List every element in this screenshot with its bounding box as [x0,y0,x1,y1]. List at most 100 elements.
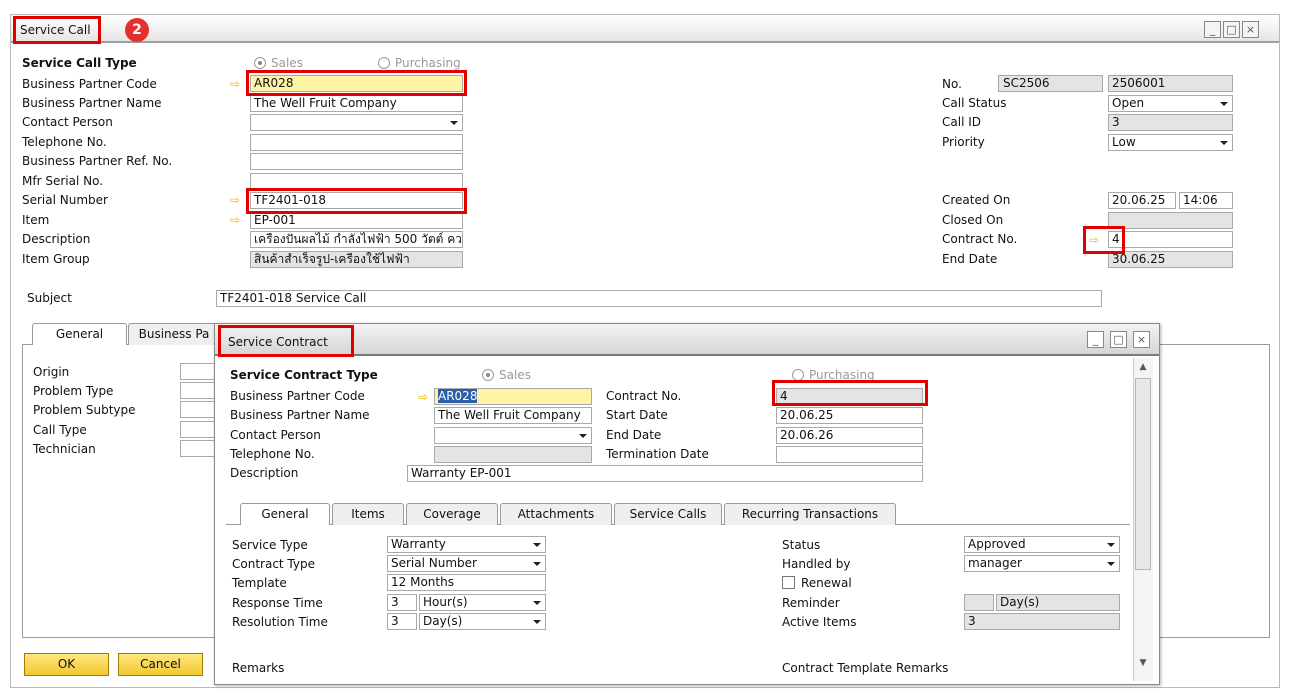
tab-business-partner[interactable]: Business Pa [128,323,220,345]
label-created-on: Created On [942,193,1011,207]
renewal-checkbox[interactable]: Renewal [782,575,852,591]
label-problem-type: Problem Type [33,384,114,398]
priority-dropdown[interactable]: Low [1108,134,1233,151]
label-remarks: Remarks [232,661,285,675]
link-arrow-icon[interactable]: ⇨ [230,192,240,208]
contract-label-bp-name: Business Partner Name [230,408,370,422]
close-icon[interactable]: × [1242,21,1259,38]
termination-date-field[interactable] [776,446,923,463]
label-priority: Priority [942,135,985,149]
contract-title-highlight [218,325,354,357]
bp-name-field[interactable]: The Well Fruit Company [250,95,463,112]
contract-tab-service-calls[interactable]: Service Calls [614,503,722,525]
label-start-date: Start Date [606,408,668,422]
telephone-field[interactable] [250,134,463,151]
status-dropdown[interactable]: Approved [964,536,1120,553]
label-mfr-serial: Mfr Serial No. [22,174,104,188]
contact-person-dropdown[interactable] [250,114,463,131]
handled-by-dropdown[interactable]: manager [964,555,1120,572]
reminder-unit-field: Day(s) [996,594,1120,611]
link-arrow-icon[interactable]: ⇨ [418,389,428,405]
bp-ref-field[interactable] [250,153,463,170]
label-problem-subtype: Problem Subtype [33,403,136,417]
contract-title-bar [215,324,1159,356]
contract-tab-attachments[interactable]: Attachments [500,503,612,525]
response-num-field[interactable]: 3 [387,594,417,611]
label-reminder: Reminder [782,596,840,610]
contract-bp-name-field[interactable]: The Well Fruit Company [434,407,592,424]
label-no: No. [942,77,962,91]
radio-sales[interactable]: Sales [254,55,303,71]
label-bp-ref: Business Partner Ref. No. [22,154,173,168]
scroll-down-icon[interactable]: ▼ [1136,658,1150,672]
service-type-dropdown[interactable]: Warranty [387,536,546,553]
minimize-icon[interactable]: _ [1087,331,1104,348]
response-unit-dropdown[interactable]: Hour(s) [419,594,546,611]
start-date-field[interactable]: 20.06.25 [776,407,923,424]
contract-contact-dropdown[interactable] [434,427,592,444]
resolution-num-field[interactable]: 3 [387,613,417,630]
created-time-field[interactable]: 14:06 [1179,192,1233,209]
label-contract-type: Contract Type [232,557,315,571]
item-field[interactable]: EP-001 [250,212,463,229]
radio-purchasing[interactable]: Purchasing [378,55,461,71]
contract-description-field[interactable]: Warranty EP-001 [407,465,923,482]
label-description: Description [22,232,91,246]
label-call-type: Call Type [33,423,87,437]
ok-button[interactable]: OK [24,653,109,676]
label-handled-by: Handled by [782,557,851,571]
created-date-field[interactable]: 20.06.25 [1108,192,1176,209]
contract-no-field[interactable]: 4 [1108,231,1233,248]
close-icon[interactable]: × [1133,331,1150,348]
label-contact-person: Contact Person [22,115,113,129]
label-template: Template [232,576,287,590]
checkbox-icon [782,576,795,589]
cancel-button[interactable]: Cancel [118,653,203,676]
link-arrow-icon[interactable]: ⇨ [230,76,240,92]
closed-on-field [1108,212,1233,229]
contract-tab-general[interactable]: General [240,503,330,525]
contract-type-dropdown[interactable]: Serial Number [387,555,546,572]
contract-label-bp-code: Business Partner Code [230,389,365,403]
call-status-dropdown[interactable]: Open [1108,95,1233,112]
label-response-time: Response Time [232,596,323,610]
reminder-num-field [964,594,994,611]
maximize-icon[interactable]: □ [1223,21,1240,38]
contract-label-telephone: Telephone No. [230,447,315,461]
title-bar [11,15,1279,43]
label-status: Status [782,538,821,552]
label-origin: Origin [33,365,70,379]
scroll-up-icon[interactable]: ▲ [1136,362,1150,376]
contract-label-contact: Contact Person [230,428,321,442]
contract-radio-sales[interactable]: Sales [482,367,531,383]
active-items-field: 3 [964,613,1120,630]
subject-field[interactable]: TF2401-018 Service Call [216,290,1102,307]
contract-type-label: Service Contract Type [230,368,378,382]
contract-bp-code-field[interactable]: AR028 [434,388,592,405]
resolution-unit-dropdown[interactable]: Day(s) [419,613,546,630]
label-active-items: Active Items [782,615,857,629]
no-series-field[interactable]: SC2506 [998,75,1103,92]
link-arrow-icon[interactable]: ⇨ [230,212,240,228]
minimize-icon[interactable]: _ [1204,21,1221,38]
end-date-field: 30.06.25 [1108,251,1233,268]
radio-icon [378,57,390,69]
label-termination-date: Termination Date [606,447,709,461]
contract-tab-coverage[interactable]: Coverage [406,503,498,525]
contract-end-date-field[interactable]: 20.06.26 [776,427,923,444]
step-badge: 2 [125,18,149,42]
template-field[interactable]: 12 Months [387,574,546,591]
contract-tab-items[interactable]: Items [332,503,404,525]
label-template-remarks: Contract Template Remarks [782,661,949,675]
label-contract-no: Contract No. [942,232,1018,246]
description-field[interactable]: เครื่องปั่นผลไม้ กำลังไฟฟ้า 500 วัตต์ คว [250,231,463,248]
contract-telephone-field [434,446,592,463]
label-end-date2: End Date [606,428,662,442]
tab-general[interactable]: General [32,323,127,345]
label-call-id: Call ID [942,115,981,129]
contract-tab-recurring[interactable]: Recurring Transactions [724,503,896,525]
maximize-icon[interactable]: □ [1110,331,1127,348]
label-closed-on: Closed On [942,213,1004,227]
scroll-thumb[interactable] [1135,378,1151,570]
radio-icon [482,369,494,381]
